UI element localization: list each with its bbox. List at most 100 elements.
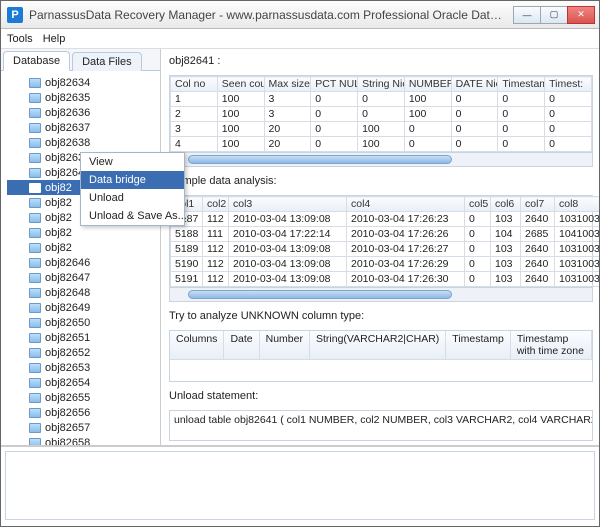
menu-help[interactable]: Help <box>43 33 66 45</box>
cell: 100 <box>217 107 264 122</box>
tree-item[interactable]: obj82656 <box>7 405 160 420</box>
table-icon <box>29 393 41 403</box>
context-menu-item[interactable]: View <box>81 153 184 171</box>
cell: 2010-03-04 17:26:29 <box>347 257 465 272</box>
cell: 0 <box>498 137 545 152</box>
tree-item[interactable]: obj82657 <box>7 420 160 435</box>
table-row[interactable]: 1100300100000 <box>171 92 592 107</box>
context-menu[interactable]: ViewData bridgeUnloadUnload & Save As... <box>80 152 185 226</box>
tree-item[interactable]: obj82651 <box>7 330 160 345</box>
table-icon <box>29 303 41 313</box>
table-row[interactable]: 51911122010-03-04 13:09:082010-03-04 17:… <box>171 272 600 287</box>
tree-item[interactable]: obj82649 <box>7 300 160 315</box>
cell: 104 <box>491 227 521 242</box>
log-area[interactable] <box>5 451 595 520</box>
tree-item[interactable]: obj82638 <box>7 135 160 150</box>
tree-item[interactable]: obj82648 <box>7 285 160 300</box>
column-header[interactable]: col8 <box>555 197 600 212</box>
cell: 100 <box>358 122 405 137</box>
close-button[interactable]: ✕ <box>567 6 595 24</box>
column-header[interactable]: Timest: <box>545 77 592 92</box>
table-icon <box>29 213 41 223</box>
tree-item[interactable]: obj82654 <box>7 375 160 390</box>
tree-item[interactable]: obj82635 <box>7 90 160 105</box>
column-header[interactable]: NUMBER Nice <box>404 77 451 92</box>
coltype-header[interactable]: Number <box>260 331 310 359</box>
tree-item[interactable]: obj82646 <box>7 255 160 270</box>
column-header[interactable]: PCT NUL <box>311 77 358 92</box>
column-header[interactable]: col7 <box>521 197 555 212</box>
stats-grid[interactable]: Col noSeen countMax sizePCT NULString Ni… <box>170 76 592 152</box>
tree-item[interactable]: obj82655 <box>7 390 160 405</box>
table-row[interactable]: 51881112010-03-04 17:22:142010-03-04 17:… <box>171 227 600 242</box>
tree-item[interactable]: obj82653 <box>7 360 160 375</box>
column-header[interactable]: Seen count <box>217 77 264 92</box>
column-header[interactable]: col2 <box>203 197 229 212</box>
cell: 2010-03-04 13:09:08 <box>229 212 347 227</box>
tree-item[interactable]: obj82658 <box>7 435 160 445</box>
context-menu-item[interactable]: Unload <box>81 189 184 207</box>
tree-item-label: obj82652 <box>45 347 90 359</box>
coltype-header[interactable]: Date <box>224 331 259 359</box>
maximize-button[interactable]: ▢ <box>540 6 568 24</box>
sample-scrollbar[interactable] <box>170 287 592 301</box>
tree-item[interactable]: obj82634 <box>7 75 160 90</box>
tab-datafiles[interactable]: Data Files <box>72 52 142 71</box>
column-header[interactable]: DATE Nice <box>451 77 498 92</box>
table-icon <box>29 138 41 148</box>
left-panel: Database Data Files obj82634obj82635obj8… <box>1 49 161 445</box>
cell: 112 <box>203 242 229 257</box>
cell: 103 <box>491 272 521 287</box>
minimize-button[interactable]: — <box>513 6 541 24</box>
tree-item[interactable]: obj82652 <box>7 345 160 360</box>
coltype-header[interactable]: Columns <box>170 331 224 359</box>
column-header[interactable]: String Nice <box>358 77 405 92</box>
cell: 103 <box>491 242 521 257</box>
table-row[interactable]: 2100300100000 <box>171 107 592 122</box>
coltype-header[interactable]: String(VARCHAR2|CHAR) <box>310 331 446 359</box>
sample-grid[interactable]: col1col2col3col4col5col6col7col8col95187… <box>170 196 599 287</box>
cell: 100 <box>404 92 451 107</box>
cell: 0 <box>545 92 592 107</box>
cell: 112 <box>203 212 229 227</box>
table-row[interactable]: 51891122010-03-04 13:09:082010-03-04 17:… <box>171 242 600 257</box>
table-row[interactable]: 51871122010-03-04 13:09:082010-03-04 17:… <box>171 212 600 227</box>
column-header[interactable]: col3 <box>229 197 347 212</box>
column-header[interactable]: Col no <box>171 77 218 92</box>
tree-item[interactable]: obj82647 <box>7 270 160 285</box>
cell: 0 <box>358 107 405 122</box>
table-row[interactable]: 41002001000000 <box>171 137 592 152</box>
context-menu-item[interactable]: Data bridge <box>81 171 184 189</box>
tree-item[interactable]: obj82 <box>7 225 160 240</box>
cell: 1031003041528 <box>555 257 600 272</box>
column-header[interactable]: Timestamp Nice <box>498 77 545 92</box>
tree-item-label: obj82 <box>45 212 72 224</box>
column-header[interactable]: Max size <box>264 77 311 92</box>
coltype-header[interactable]: Timestamp with time zone <box>511 331 592 359</box>
tree-item[interactable]: obj82 <box>7 240 160 255</box>
object-tree[interactable]: obj82634obj82635obj82636obj82637obj82638… <box>1 71 160 445</box>
menu-tools[interactable]: Tools <box>7 33 33 45</box>
table-row[interactable]: 31002001000000 <box>171 122 592 137</box>
table-icon <box>29 363 41 373</box>
tree-item[interactable]: obj82637 <box>7 120 160 135</box>
cell: 2010-03-04 17:26:27 <box>347 242 465 257</box>
tab-database[interactable]: Database <box>3 51 70 71</box>
right-panel: obj82641 : Col noSeen countMax sizePCT N… <box>161 49 599 445</box>
cell: 20 <box>264 122 311 137</box>
table-icon <box>29 258 41 268</box>
tree-item[interactable]: obj82636 <box>7 105 160 120</box>
cell: 0 <box>545 107 592 122</box>
column-header[interactable]: col5 <box>465 197 491 212</box>
table-row[interactable]: 51901122010-03-04 13:09:082010-03-04 17:… <box>171 257 600 272</box>
tree-item[interactable]: obj82650 <box>7 315 160 330</box>
cell: 2010-03-04 17:26:26 <box>347 227 465 242</box>
column-header[interactable]: col4 <box>347 197 465 212</box>
unload-statement[interactable]: unload table obj82641 ( col1 NUMBER, col… <box>169 410 593 441</box>
coltype-header[interactable]: Timestamp <box>446 331 511 359</box>
stats-scrollbar[interactable] <box>170 152 592 166</box>
tree-item-label: obj82658 <box>45 437 90 446</box>
column-header[interactable]: col6 <box>491 197 521 212</box>
context-menu-item[interactable]: Unload & Save As... <box>81 207 184 225</box>
tree-item-label: obj82 <box>45 242 72 254</box>
